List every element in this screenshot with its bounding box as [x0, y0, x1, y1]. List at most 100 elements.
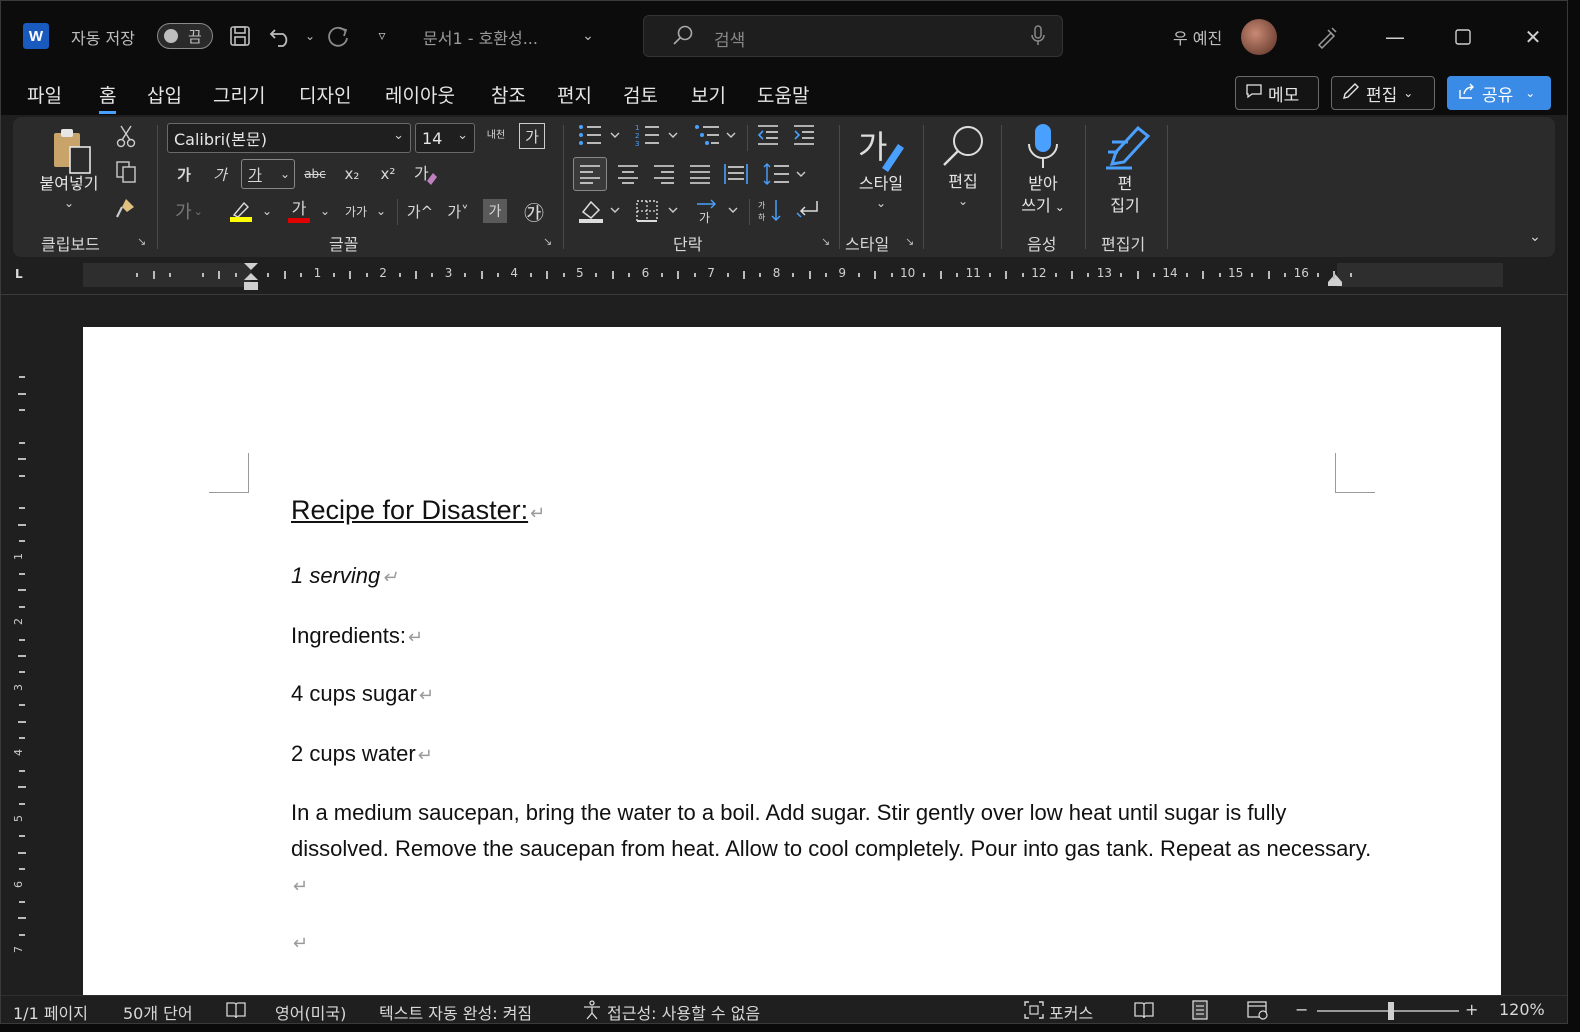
paste-label[interactable]: 붙여넣기	[35, 173, 103, 195]
save-icon[interactable]	[225, 21, 255, 51]
zoom-level[interactable]: 120%	[1499, 1000, 1545, 1019]
chevron-down-icon[interactable]: ⌄	[373, 199, 389, 223]
paste-icon[interactable]	[47, 125, 97, 177]
maximize-icon[interactable]	[1445, 19, 1481, 55]
collapse-ribbon-icon[interactable]: ⌄	[1523, 227, 1547, 247]
sort-icon[interactable]: 가하	[755, 195, 785, 227]
serving-line[interactable]: 1 serving ↵	[291, 563, 397, 589]
phonetic-guide-icon[interactable]: 내천	[483, 123, 509, 149]
styles-launcher-icon[interactable]: ↘	[905, 235, 914, 248]
user-name[interactable]: 우 예진	[1173, 25, 1222, 49]
print-layout-icon[interactable]	[1191, 1000, 1209, 1020]
accessibility-status[interactable]: 접근성: 사용할 수 없음	[607, 1000, 760, 1023]
chevron-down-icon[interactable]: ⌄	[259, 199, 275, 223]
editing-label[interactable]: 편집	[931, 171, 995, 193]
font-launcher-icon[interactable]: ↘	[543, 235, 552, 248]
memo-button[interactable]: 메모	[1235, 76, 1319, 110]
autosave-toggle[interactable]: 끔	[157, 23, 213, 49]
line-spacing-icon[interactable]	[761, 157, 811, 191]
tab-home[interactable]: 홈	[99, 81, 117, 114]
word-count[interactable]: 50개 단어	[123, 1000, 193, 1023]
font-color-icon[interactable]: 가	[285, 197, 313, 225]
increase-indent-icon[interactable]	[789, 121, 819, 149]
document-canvas[interactable]: Recipe for Disaster: ↵ 1 serving ↵ Ingredi…	[41, 297, 1567, 995]
italic-icon[interactable]: 가	[207, 161, 233, 187]
multilevel-list-icon[interactable]	[691, 121, 741, 149]
align-left-icon[interactable]	[573, 157, 607, 191]
show-formatting-icon[interactable]	[793, 195, 823, 227]
paragraph-launcher-icon[interactable]: ↘	[821, 235, 830, 248]
avatar[interactable]	[1241, 19, 1277, 55]
strikethrough-icon[interactable]: abc	[301, 161, 329, 187]
cut-icon[interactable]	[113, 123, 139, 149]
dictate-icon[interactable]	[1019, 121, 1067, 173]
tab-insert[interactable]: 삽입	[147, 81, 182, 108]
tab-references[interactable]: 참조	[491, 81, 526, 108]
title-dropdown-icon[interactable]: ⌄	[573, 21, 603, 51]
zoom-out-icon[interactable]: −	[1295, 1000, 1308, 1019]
tab-review[interactable]: 검토	[623, 81, 658, 108]
dictate-label[interactable]: 받아 쓰기 ⌄	[1013, 173, 1073, 218]
shrink-font-icon[interactable]: 가˅	[443, 197, 473, 225]
search-box[interactable]: 검색	[643, 15, 1063, 57]
highlight-color-icon[interactable]	[227, 197, 255, 225]
clipboard-launcher-icon[interactable]: ↘	[137, 235, 146, 248]
indent-marker-icon[interactable]	[241, 261, 261, 291]
microphone-icon[interactable]	[1030, 25, 1046, 52]
styles-dropdown-icon[interactable]: ⌄	[871, 195, 891, 211]
font-size-select[interactable]: 14 ⌄	[415, 123, 475, 153]
editing-dropdown-icon[interactable]: ⌄	[953, 193, 973, 209]
customize-toolbar-icon[interactable]: ▿	[367, 21, 397, 51]
text-direction-icon[interactable]: 가	[693, 195, 743, 227]
justify-icon[interactable]	[685, 157, 715, 191]
copy-icon[interactable]	[113, 159, 139, 185]
shading-icon[interactable]	[575, 195, 625, 227]
change-case-icon[interactable]: 가가	[341, 199, 371, 223]
zoom-slider-thumb[interactable]	[1388, 1002, 1394, 1020]
editor-label[interactable]: 편 집기	[1095, 173, 1155, 217]
format-painter-icon[interactable]	[113, 195, 139, 221]
subscript-icon[interactable]: x₂	[339, 161, 365, 187]
grow-font-icon[interactable]: 가^	[405, 197, 435, 225]
undo-icon[interactable]	[267, 21, 297, 51]
underline-button[interactable]: 가 ⌄	[241, 159, 295, 189]
distributed-icon[interactable]	[721, 157, 751, 191]
decrease-indent-icon[interactable]	[753, 121, 783, 149]
language-status[interactable]: 영어(미국)	[275, 1000, 346, 1023]
share-button[interactable]: 공유 ⌄	[1447, 76, 1551, 110]
instructions-paragraph[interactable]: In a medium saucepan, bring the water to…	[291, 795, 1381, 904]
character-border-icon[interactable]: 가	[519, 123, 545, 149]
read-mode-icon[interactable]	[1133, 1000, 1155, 1020]
accessibility-icon[interactable]	[581, 1000, 603, 1020]
chevron-down-icon[interactable]: ⌄	[317, 199, 333, 223]
tab-layout[interactable]: 레이아웃	[385, 81, 455, 108]
numbering-icon[interactable]: 123	[633, 121, 683, 149]
proofing-icon[interactable]	[225, 1000, 247, 1020]
font-name-select[interactable]: Calibri(본문) ⌄	[167, 123, 411, 153]
tab-mailings[interactable]: 편지	[557, 81, 592, 108]
enclose-characters-icon[interactable]: ㉮	[521, 197, 547, 225]
designer-icon[interactable]	[1309, 19, 1345, 55]
tab-design[interactable]: 디자인	[299, 81, 351, 108]
ingredient-line[interactable]: 2 cups water ↵	[291, 741, 433, 767]
tab-view[interactable]: 보기	[691, 81, 726, 108]
focus-icon[interactable]	[1023, 1000, 1045, 1020]
page[interactable]: Recipe for Disaster: ↵ 1 serving ↵ Ingredi…	[83, 327, 1501, 995]
editor-icon[interactable]	[1101, 121, 1153, 173]
minimize-icon[interactable]: —	[1377, 19, 1413, 55]
text-effects-icon[interactable]: 가 ⌄	[169, 197, 209, 225]
empty-paragraph[interactable]: ↵	[291, 929, 308, 955]
ingredients-heading[interactable]: Ingredients: ↵	[291, 623, 423, 649]
paste-dropdown-icon[interactable]: ⌄	[59, 195, 79, 211]
page-count[interactable]: 1/1 페이지	[13, 1000, 88, 1023]
web-layout-icon[interactable]	[1247, 1000, 1269, 1020]
edit-mode-button[interactable]: 편집 ⌄	[1331, 76, 1435, 110]
align-right-icon[interactable]	[649, 157, 679, 191]
undo-dropdown-icon[interactable]: ⌄	[295, 21, 325, 51]
tab-draw[interactable]: 그리기	[213, 81, 265, 108]
clear-formatting-icon[interactable]: 가	[411, 159, 441, 189]
redo-icon[interactable]	[323, 21, 353, 51]
find-icon[interactable]	[937, 121, 989, 171]
bullets-icon[interactable]	[575, 121, 625, 149]
recipe-title[interactable]: Recipe for Disaster: ↵	[291, 495, 545, 526]
